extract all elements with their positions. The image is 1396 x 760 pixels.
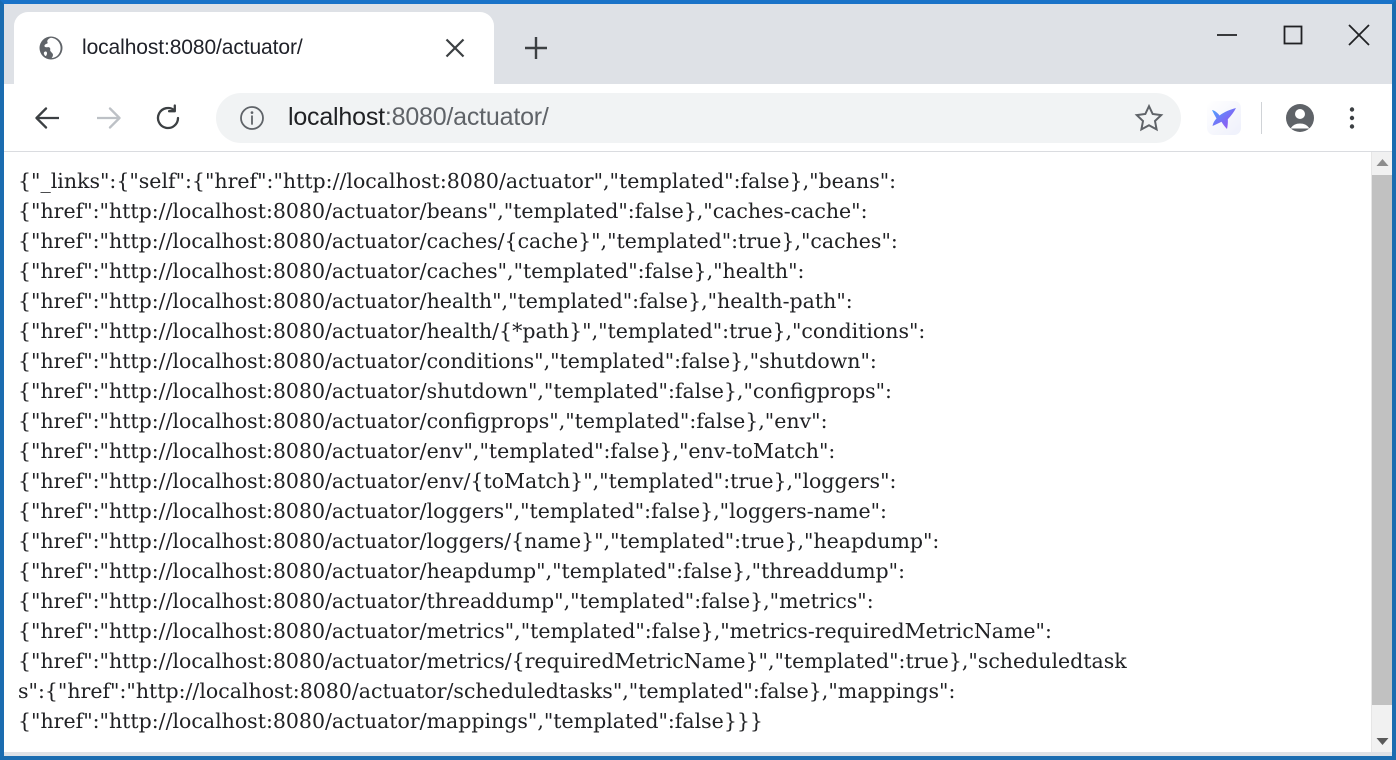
star-icon[interactable]: [1127, 96, 1171, 140]
scrollbar-track[interactable]: [1372, 173, 1392, 731]
profile-button[interactable]: [1277, 95, 1323, 141]
plus-icon: [523, 35, 549, 61]
maximize-button[interactable]: [1260, 4, 1326, 66]
browser-menu-button[interactable]: [1329, 95, 1375, 141]
close-icon: [1346, 22, 1372, 48]
new-tab-button[interactable]: [508, 20, 564, 76]
vertical-scrollbar[interactable]: [1371, 152, 1392, 752]
account-avatar-icon: [1283, 101, 1317, 135]
actuator-json-response: {"_links":{"self":{"href":"http://localh…: [18, 166, 1371, 736]
scroll-down-arrow[interactable]: [1372, 731, 1392, 752]
tab-title: localhost:8080/actuator/: [82, 36, 432, 60]
page-content: {"_links":{"self":{"href":"http://localh…: [4, 152, 1371, 752]
chevron-down-icon: [1376, 737, 1389, 746]
page-viewport: {"_links":{"self":{"href":"http://localh…: [4, 152, 1392, 752]
url-path: :8080/actuator/: [385, 103, 549, 131]
scroll-up-arrow[interactable]: [1372, 152, 1392, 173]
chevron-up-icon: [1376, 158, 1389, 167]
arrow-right-icon: [93, 103, 123, 133]
reload-button[interactable]: [142, 92, 194, 144]
close-tab-icon[interactable]: [432, 25, 478, 71]
scrollbar-thumb[interactable]: [1372, 175, 1392, 705]
url-host: localhost: [288, 103, 385, 131]
address-bar-text[interactable]: localhost:8080/actuator/: [288, 103, 1127, 132]
minimize-button[interactable]: [1194, 4, 1260, 66]
back-button[interactable]: [22, 92, 74, 144]
maximize-icon: [1281, 23, 1305, 47]
window-controls: [1194, 4, 1392, 66]
info-circle-icon[interactable]: [238, 104, 266, 132]
browser-tab[interactable]: localhost:8080/actuator/: [14, 12, 494, 84]
minimize-icon: [1215, 23, 1239, 47]
three-dots-menu-icon: [1339, 105, 1365, 131]
toolbar-separator: [1261, 102, 1262, 134]
globe-icon: [38, 35, 64, 61]
tab-strip: localhost:8080/actuator/: [4, 4, 1392, 84]
bird-extension-icon[interactable]: [1205, 99, 1243, 137]
close-window-button[interactable]: [1326, 4, 1392, 66]
browser-window: localhost:8080/actuator/: [0, 0, 1396, 760]
forward-button[interactable]: [82, 92, 134, 144]
reload-icon: [153, 103, 183, 133]
arrow-left-icon: [33, 103, 63, 133]
browser-toolbar: localhost:8080/actuator/: [4, 84, 1392, 152]
address-bar[interactable]: localhost:8080/actuator/: [216, 93, 1181, 143]
